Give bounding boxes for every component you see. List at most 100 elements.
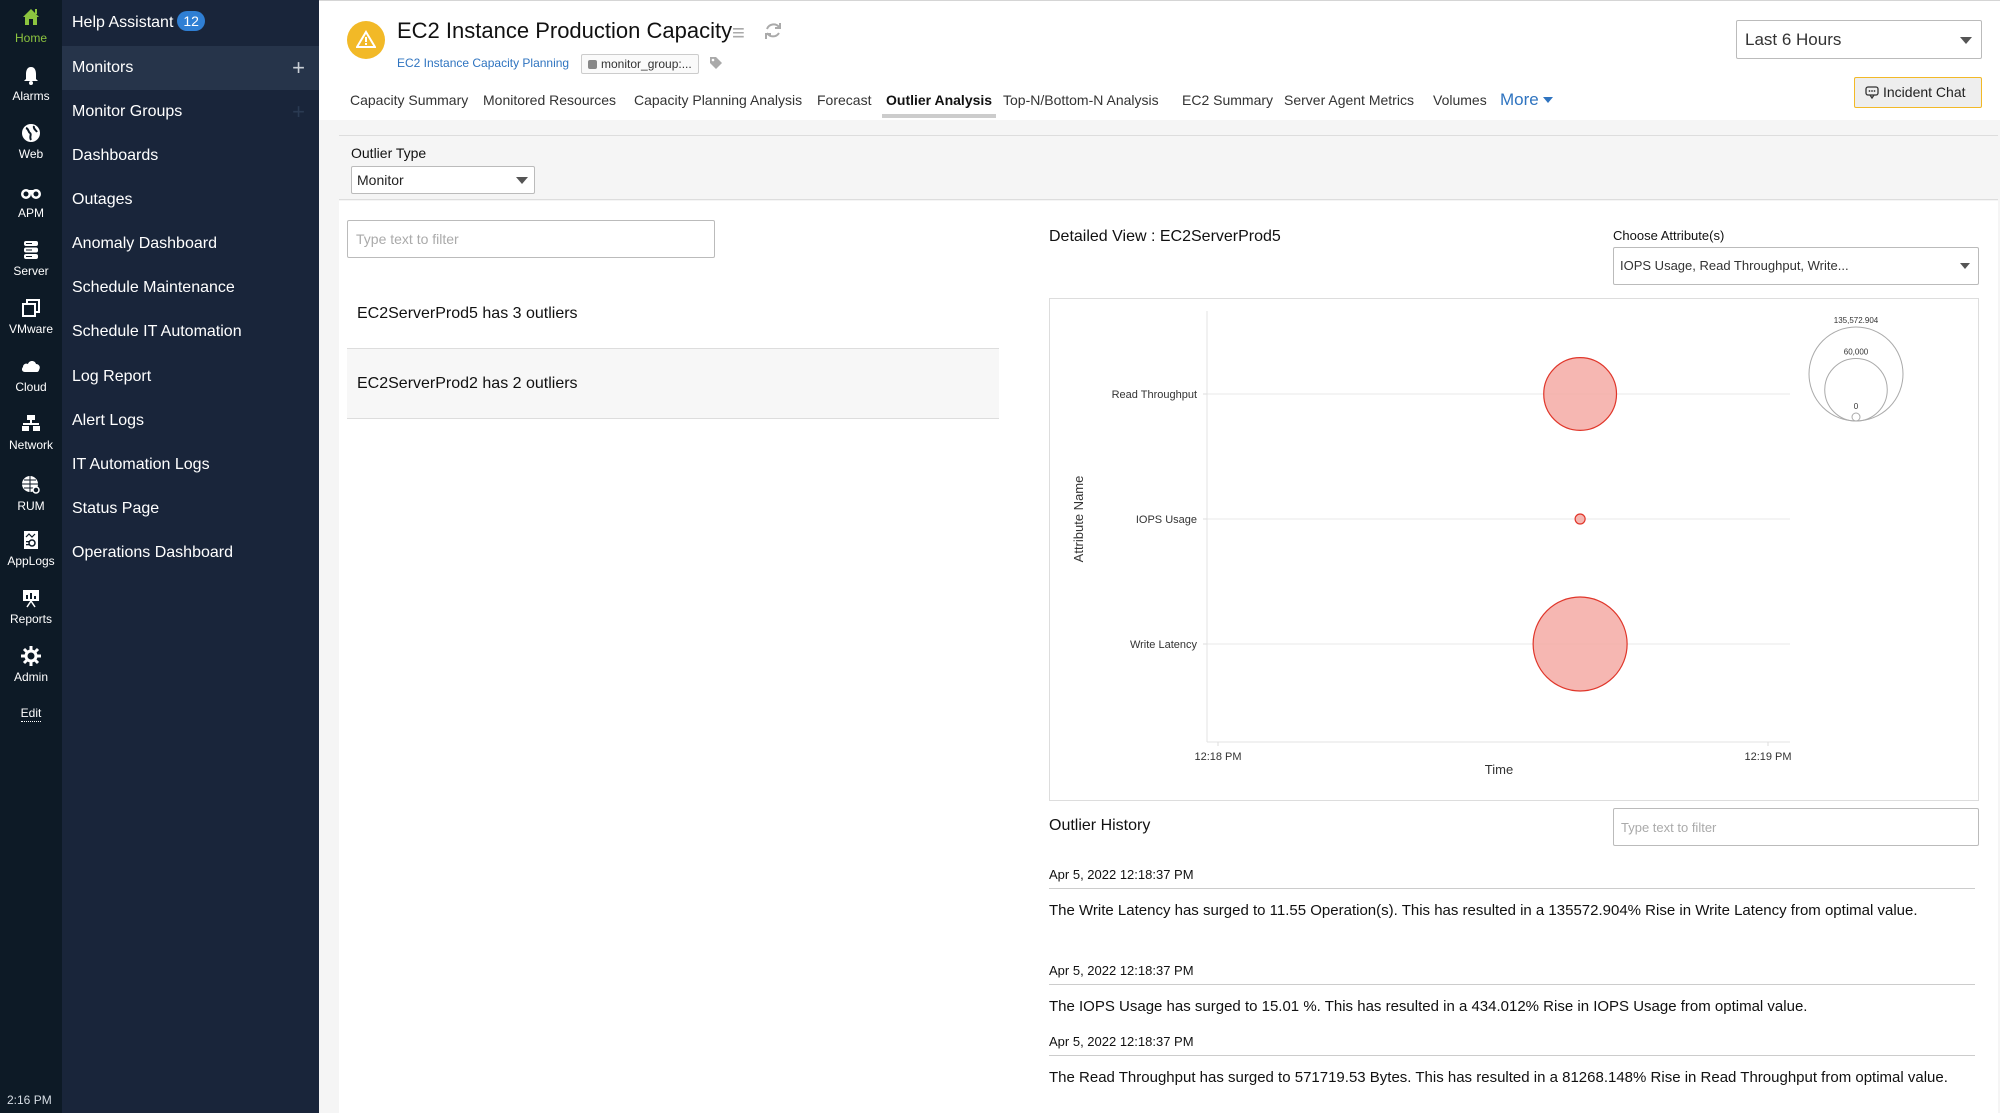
outlier-type-select[interactable]: Monitor: [351, 166, 535, 194]
rail-item-web[interactable]: Web: [0, 122, 62, 161]
nav-item-schedule-it-automation[interactable]: Schedule IT Automation: [62, 310, 319, 354]
rail-item-apm[interactable]: APM: [0, 181, 62, 220]
tab-volumes[interactable]: Volumes: [1433, 92, 1487, 118]
tab-server-agent-metrics[interactable]: Server Agent Metrics: [1284, 92, 1414, 118]
rail-item-rum[interactable]: RUM: [0, 474, 62, 513]
rail-label: Cloud: [15, 380, 47, 394]
rail-item-network[interactable]: Network: [0, 413, 62, 452]
bubble-point[interactable]: [1574, 513, 1586, 525]
gear-icon: [21, 646, 41, 666]
tab-more[interactable]: More: [1500, 90, 1554, 116]
tag-chip[interactable]: monitor_group:...: [581, 54, 699, 74]
choose-attribute-label: Choose Attribute(s): [1613, 228, 1725, 243]
home-icon: [23, 9, 39, 25]
rail-item-alarms[interactable]: Alarms: [0, 64, 62, 103]
nav-item-log-report[interactable]: Log Report: [62, 355, 319, 399]
incident-chat-button[interactable]: Incident Chat: [1854, 77, 1982, 108]
rail-item-home[interactable]: Home: [0, 6, 62, 45]
tab-capacity-summary[interactable]: Capacity Summary: [350, 92, 468, 118]
help-count-badge: 12: [177, 11, 205, 31]
monitor-filter-input[interactable]: [347, 220, 715, 258]
tab-forecast[interactable]: Forecast: [817, 92, 871, 118]
rail-label: RUM: [17, 499, 45, 513]
nav-item-operations-dashboard[interactable]: Operations Dashboard: [62, 531, 319, 575]
refresh-icon[interactable]: [763, 20, 783, 42]
nav-help-assistant[interactable]: Help Assistant 12: [62, 1, 319, 45]
chevron-down-icon: [1543, 97, 1554, 103]
history-filter-input[interactable]: [1613, 808, 1979, 846]
tab-outlier-analysis[interactable]: Outlier Analysis: [881, 92, 997, 118]
monitor-group-link[interactable]: EC2 Instance Capacity Planning: [397, 56, 569, 70]
bubble-point[interactable]: [1543, 357, 1618, 431]
history-entry-date: Apr 5, 2022 12:18:37 PM: [1049, 963, 1975, 985]
outlier-type-value: Monitor: [357, 172, 404, 188]
monitor-list-item[interactable]: EC2ServerProd5 has 3 outliers: [347, 279, 999, 349]
tag-square-icon: [588, 60, 597, 69]
warning-icon: [356, 30, 376, 48]
nav-item-anomaly-dashboard[interactable]: Anomaly Dashboard: [62, 222, 319, 266]
main-content: EC2 Instance Production Capacity ≡ EC2 I…: [319, 0, 2000, 1113]
rail-label: Web: [18, 147, 44, 161]
bubble-point[interactable]: [1532, 596, 1628, 692]
bubble-chart-svg: Read Throughput IOPS Usage Write Latency 1…: [1071, 311, 1904, 777]
nav-item-status-page[interactable]: Status Page: [62, 487, 319, 531]
rail-item-server[interactable]: Server: [0, 239, 62, 278]
nav-item-label: Schedule IT Automation: [72, 323, 242, 340]
more-label: More: [1500, 90, 1539, 109]
monitor-list-item[interactable]: EC2ServerProd2 has 2 outliers: [347, 349, 999, 419]
rail-item-reports[interactable]: Reports: [0, 587, 62, 626]
nav-item-dashboards[interactable]: Dashboards: [62, 134, 319, 178]
y-axis-title: Attribute Name: [1071, 476, 1086, 563]
clock-time: 2:16 PM: [7, 1093, 52, 1107]
rail-item-admin[interactable]: Admin: [0, 645, 62, 684]
nav-item-alert-logs[interactable]: Alert Logs: [62, 399, 319, 443]
nav-item-monitor-groups[interactable]: Monitor Groups +: [62, 90, 319, 134]
reports-icon: [23, 590, 39, 608]
rail-label: Admin: [13, 670, 48, 684]
nav-item-it-automation-logs[interactable]: IT Automation Logs: [62, 443, 319, 487]
rail-item-cloud[interactable]: Cloud: [0, 355, 62, 394]
tab-ec2-summary[interactable]: EC2 Summary: [1182, 92, 1273, 118]
help-assistant-label: Help Assistant: [72, 14, 174, 31]
rail-label: Reports: [9, 612, 53, 626]
nav-item-label: IT Automation Logs: [72, 456, 210, 473]
add-monitor-plus-icon[interactable]: +: [292, 46, 305, 90]
nav-item-label: Log Report: [72, 368, 152, 385]
history-entry-date: Apr 5, 2022 12:18:37 PM: [1049, 1034, 1975, 1056]
nav-item-label: Schedule Maintenance: [72, 279, 235, 296]
x-axis-title: Time: [1485, 762, 1513, 777]
history-entry-message: The Read Throughput has surged to 571719…: [1049, 1069, 1948, 1086]
x-tick-label: 12:19 PM: [1744, 751, 1791, 763]
nav-item-monitors[interactable]: Monitors +: [62, 46, 319, 90]
tab-bar: Capacity Summary Monitored Resources Cap…: [319, 90, 2000, 120]
nav-item-outages[interactable]: Outages: [62, 178, 319, 222]
rail-item-vmware[interactable]: VMware: [0, 297, 62, 336]
cloud-icon: [21, 361, 40, 372]
nav-item-label: Dashboards: [72, 147, 159, 164]
y-tick-label: IOPS Usage: [1136, 514, 1197, 526]
outlier-history-title: Outlier History: [1049, 817, 1151, 834]
size-legend-label: 135,572.904: [1834, 316, 1879, 325]
tab-capacity-planning-analysis[interactable]: Capacity Planning Analysis: [634, 92, 802, 118]
nav-item-label: Anomaly Dashboard: [72, 235, 217, 252]
tag-chip-label: monitor_group:...: [601, 57, 692, 71]
tab-top-n-bottom-n-analysis[interactable]: Top-N/Bottom-N Analysis: [1003, 92, 1159, 118]
edit-link-label[interactable]: Edit: [20, 706, 42, 722]
history-entry-message: The Write Latency has surged to 11.55 Op…: [1049, 902, 1918, 919]
nav-panel: Help Assistant 12 Monitors + Monitor Grou…: [62, 0, 319, 1113]
nav-item-schedule-maintenance[interactable]: Schedule Maintenance: [62, 266, 319, 310]
tag-icon[interactable]: [709, 56, 723, 70]
chat-icon: [1865, 86, 1879, 100]
rail-item-applogs[interactable]: AppLogs: [0, 529, 62, 568]
add-monitor-group-plus-icon[interactable]: +: [292, 90, 305, 134]
applogs-icon: [24, 531, 38, 549]
server-icon: [24, 241, 38, 259]
x-tick-label: 12:18 PM: [1194, 751, 1241, 763]
attribute-select[interactable]: IOPS Usage, Read Throughput, Write...: [1613, 247, 1979, 285]
edit-link[interactable]: Edit: [0, 706, 62, 722]
hamburger-menu-icon[interactable]: ≡: [732, 20, 745, 46]
outlier-type-bar: [339, 135, 1998, 200]
time-range-select[interactable]: Last 6 Hours: [1736, 20, 1982, 59]
tab-monitored-resources[interactable]: Monitored Resources: [483, 92, 616, 118]
rail-label: APM: [17, 206, 44, 220]
